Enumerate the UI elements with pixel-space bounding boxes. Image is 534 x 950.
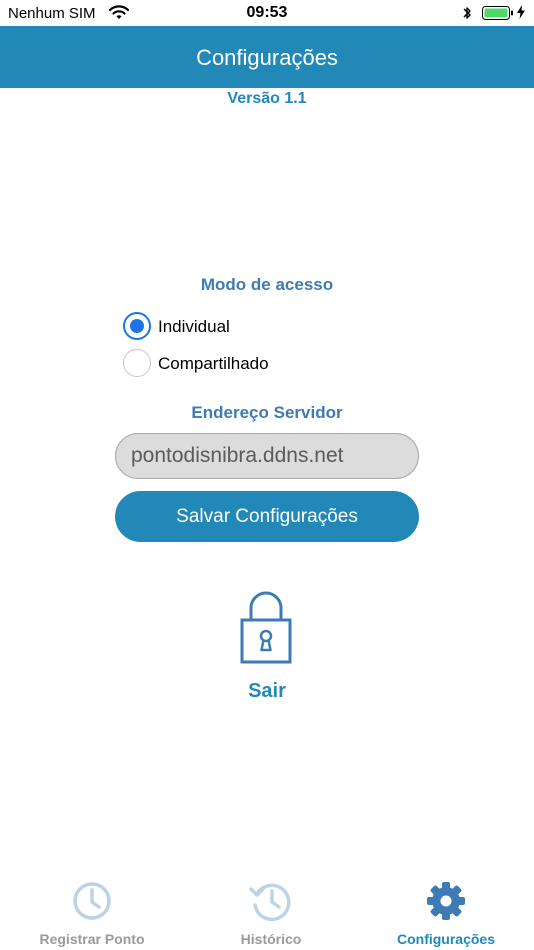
lock-icon <box>239 590 293 671</box>
server-address-input[interactable] <box>115 433 419 479</box>
tab-registrar-ponto[interactable]: Registrar Ponto <box>3 872 181 950</box>
radio-unselected-icon <box>123 349 151 377</box>
gear-icon <box>357 880 534 927</box>
radio-shared[interactable]: Compartilhado <box>123 349 343 379</box>
bluetooth-icon <box>462 5 472 26</box>
tab-historico-label: Histórico <box>240 931 302 947</box>
status-time: 09:53 <box>246 4 288 21</box>
radio-shared-label: Compartilhado <box>158 354 269 373</box>
navigation-bar: Configurações <box>0 26 534 88</box>
tab-configuracoes[interactable]: Configurações <box>357 872 534 950</box>
radio-individual-label: Individual <box>158 317 230 336</box>
version-label: Versão 1.1 <box>227 90 307 107</box>
save-settings-button[interactable]: Salvar Configurações <box>115 491 419 542</box>
server-address-label: Endereço Servidor <box>191 403 343 422</box>
access-mode-label: Modo de acesso <box>200 275 334 294</box>
tab-configuracoes-label: Configurações <box>396 931 495 947</box>
charging-icon <box>517 5 525 24</box>
battery-icon <box>482 6 514 25</box>
tab-registrar-ponto-label: Registrar Ponto <box>39 931 145 947</box>
radio-individual[interactable]: Individual <box>123 312 343 342</box>
logout-button[interactable]: Sair <box>217 588 317 708</box>
tab-bar: Registrar Ponto Histórico Configurações <box>0 872 534 950</box>
history-icon <box>182 880 360 927</box>
status-bar: Nenhum SIM 09:53 <box>0 0 534 26</box>
logout-label: Sair <box>248 680 286 702</box>
clock-icon <box>3 880 181 927</box>
tab-historico[interactable]: Histórico <box>182 872 360 950</box>
radio-selected-icon <box>123 312 151 340</box>
page-title: Configurações <box>196 45 338 70</box>
